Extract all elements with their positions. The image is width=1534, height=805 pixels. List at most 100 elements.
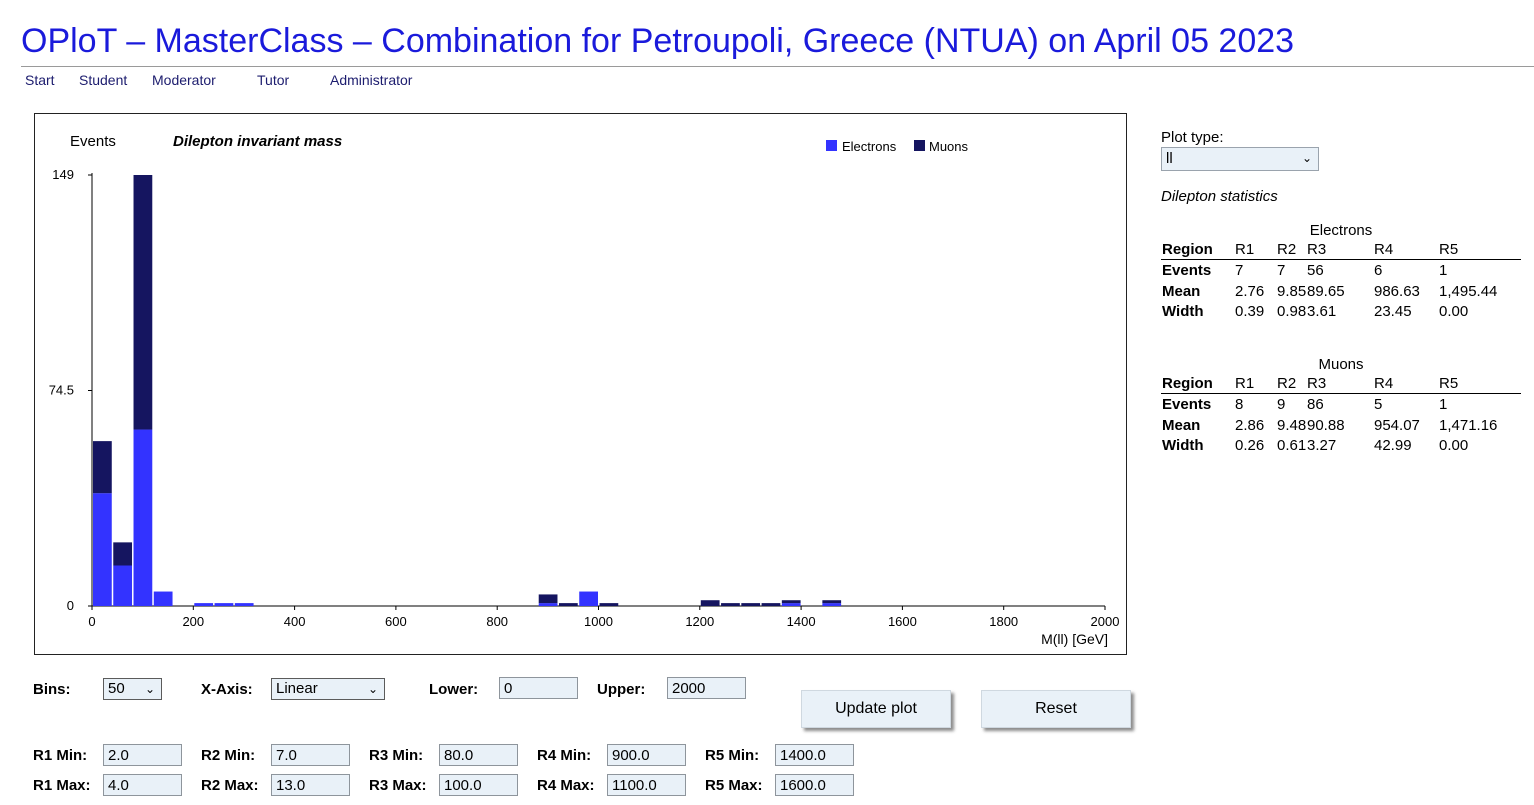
r2-min-label: R2 Min:: [201, 747, 256, 764]
muon-bar: [700, 600, 720, 606]
plot-type-value: ll: [1166, 150, 1173, 167]
col-region: Region: [1162, 375, 1213, 392]
nav-tutor[interactable]: Tutor: [257, 72, 289, 88]
col-r1: R1: [1235, 375, 1255, 392]
r4-min-label: R4 Min:: [537, 747, 592, 764]
stats-title: Dilepton statistics: [1161, 188, 1278, 205]
r3-max-input[interactable]: 100.0: [439, 774, 518, 796]
nav-start[interactable]: Start: [25, 72, 55, 88]
stats-row-events: Events 7 7 56 6 1: [1161, 262, 1521, 282]
stats-cell-r2: 0.98: [1277, 303, 1307, 320]
stats-row-width: Width 0.26 0.61 3.27 42.99 0.00: [1161, 437, 1521, 457]
muon-bar: [113, 542, 133, 566]
stats-row-label: Events: [1162, 396, 1212, 413]
electron-bar: [93, 493, 112, 606]
r5-max-input[interactable]: 1600.0: [775, 774, 854, 796]
stats-cell-r1: 0.26: [1235, 437, 1265, 454]
stats-cell-r2: 9.48: [1277, 416, 1307, 434]
stats-cell-r3: 90.88: [1307, 416, 1345, 434]
stats-cell-r5: 1: [1439, 262, 1448, 279]
stats-cell-r4: 6: [1374, 262, 1383, 279]
reset-button[interactable]: Reset: [981, 690, 1131, 728]
stats-cell-r2: 7: [1277, 262, 1286, 279]
plot-type-label: Plot type:: [1161, 129, 1224, 146]
col-r3: R3: [1307, 375, 1327, 392]
x-tick-label: 1200: [685, 614, 714, 629]
lower-input[interactable]: 0: [499, 677, 578, 699]
muon-bar: [133, 175, 153, 430]
stats-cell-r5: 0.00: [1439, 437, 1469, 454]
nav-administrator[interactable]: Administrator: [330, 72, 412, 88]
electron-bar: [538, 603, 558, 606]
chevron-down-icon: ⌄: [1301, 151, 1312, 165]
stats-cell-r5: 1: [1439, 396, 1448, 413]
update-plot-button[interactable]: Update plot: [801, 690, 951, 728]
chevron-down-icon: ⌄: [144, 682, 155, 696]
col-r4: R4: [1374, 241, 1394, 258]
r4-max-input[interactable]: 1100.0: [607, 774, 686, 796]
stats-cell-r2: 9.85: [1277, 282, 1307, 300]
y-tick-label: 74.5: [49, 383, 74, 398]
r3-min-label: R3 Min:: [369, 747, 424, 764]
stats-cell-r2: 9: [1277, 396, 1286, 413]
stats-row-label: Width: [1162, 303, 1204, 320]
xaxis-select[interactable]: Linear ⌄: [271, 678, 385, 700]
upper-input[interactable]: 2000: [667, 677, 746, 699]
electron-bar: [579, 591, 598, 606]
r2-max-input[interactable]: 13.0: [271, 774, 350, 796]
stats-cell-r3: 3.27: [1307, 437, 1337, 454]
electron-bar: [822, 603, 842, 606]
stats-row-label: Width: [1162, 437, 1204, 454]
muon-bar: [761, 603, 781, 606]
legend-swatch-electrons: [826, 140, 837, 151]
muon-bar: [822, 600, 842, 604]
r2-max-label: R2 Max:: [201, 777, 259, 794]
dilepton-mass-chart: 0 74.5 149 0 200 400 600 800 1000 1200 1400 1600 180…: [49, 133, 1120, 647]
x-tick-label: 2000: [1091, 614, 1120, 629]
r5-max-label: R5 Max:: [705, 777, 763, 794]
y-tick-label: 0: [67, 598, 74, 613]
electron-bar: [214, 603, 234, 606]
electron-bar: [194, 603, 214, 606]
electron-bar: [234, 603, 254, 606]
muon-bar: [721, 603, 740, 606]
r4-min-input[interactable]: 900.0: [607, 744, 686, 766]
r3-min-input[interactable]: 80.0: [439, 744, 518, 766]
bins-select[interactable]: 50 ⌄: [103, 678, 162, 700]
stats-cell-r3: 86: [1307, 396, 1324, 413]
plot-type-select[interactable]: ll ⌄: [1161, 147, 1319, 171]
nav-moderator[interactable]: Moderator: [152, 72, 216, 88]
stats-header-rule: [1161, 393, 1521, 394]
stats-row-mean: Mean 2.76 9.85 89.65 986.63 1,495.44: [1161, 283, 1521, 303]
r1-max-input[interactable]: 4.0: [103, 774, 182, 796]
title-divider: [21, 66, 1534, 67]
col-r5: R5: [1439, 375, 1459, 392]
electron-bar: [781, 603, 801, 606]
muon-bar: [599, 603, 619, 606]
x-tick-label: 400: [284, 614, 306, 629]
x-tick-label: 1000: [584, 614, 613, 629]
col-r4: R4: [1374, 375, 1394, 392]
x-tick-label: 1600: [888, 614, 917, 629]
r2-min-input[interactable]: 7.0: [271, 744, 350, 766]
r1-min-input[interactable]: 2.0: [103, 744, 182, 766]
stats-row-width: Width 0.39 0.98 3.61 23.45 0.00: [1161, 303, 1521, 323]
xaxis-label: X-Axis:: [201, 681, 253, 698]
x-tick-label: 0: [88, 614, 95, 629]
y-axis-label: Events: [70, 133, 116, 150]
col-region: Region: [1162, 241, 1213, 258]
bins-value: 50: [108, 680, 125, 697]
r5-min-input[interactable]: 1400.0: [775, 744, 854, 766]
muon-bar: [538, 594, 558, 604]
stats-row-events: Events 8 9 86 5 1: [1161, 396, 1521, 416]
x-tick-label: 800: [486, 614, 508, 629]
electron-bar: [113, 565, 133, 606]
y-tick-label: 149: [52, 167, 74, 182]
col-r3: R3: [1307, 241, 1327, 258]
legend-swatch-muons: [914, 140, 925, 151]
bins-label: Bins:: [33, 681, 71, 698]
muon-stats-caption: Muons: [1318, 356, 1364, 373]
nav-student[interactable]: Student: [79, 72, 127, 88]
r4-max-label: R4 Max:: [537, 777, 595, 794]
stats-cell-r4: 5: [1374, 396, 1383, 413]
